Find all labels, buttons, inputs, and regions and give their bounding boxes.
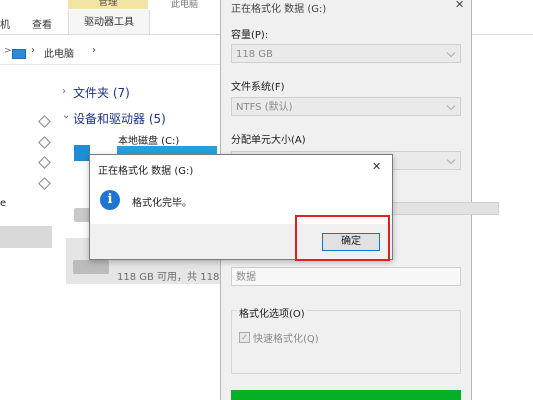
alloc-label: 分配单元大小(A) — [231, 135, 306, 146]
pin-icon — [38, 136, 51, 149]
folders-group-header[interactable]: 文件夹 (7) — [73, 84, 130, 101]
manage-context-tab[interactable]: 管理 — [68, 0, 148, 9]
dialog-message: 格式化完毕。 — [132, 198, 192, 209]
breadcrumb-separator-2: › — [92, 45, 96, 56]
ribbon-tab-view[interactable]: 查看 — [32, 18, 52, 34]
breadcrumb-separator: › — [31, 45, 35, 56]
chevron-down-icon — [446, 155, 456, 165]
chevron-down-icon — [446, 101, 456, 111]
options-label: 格式化选项(O) — [237, 305, 307, 320]
chevron-down-icon — [446, 48, 456, 58]
close-icon[interactable]: ✕ — [455, 0, 464, 11]
ribbon-tab-file[interactable]: 机 — [0, 18, 10, 34]
capacity-select[interactable]: 118 GB — [231, 44, 461, 63]
collapse-chevron-icon[interactable]: ⌄ — [62, 110, 70, 121]
breadcrumb-this-pc[interactable]: 此电脑 — [44, 45, 74, 60]
quick-format-checkbox[interactable]: ✓ — [239, 332, 250, 343]
ribbon-context-label: 此电脑 — [171, 0, 199, 10]
drive-icon — [73, 260, 109, 274]
pin-icon — [38, 177, 51, 190]
address-bar[interactable]: > › 此电脑 › — [0, 40, 225, 65]
drive-c-usage-bar — [117, 146, 217, 154]
expand-chevron-icon[interactable]: › — [62, 86, 66, 97]
chevron-left-icon[interactable]: > — [4, 46, 12, 56]
pin-icon — [38, 115, 51, 128]
filesystem-label: 文件系统(F) — [231, 82, 285, 93]
drive-g-info: 118 GB 可用，共 118 — [117, 272, 220, 283]
nav-selected-item[interactable] — [0, 226, 52, 248]
format-progress-bar — [231, 390, 461, 400]
info-icon: i — [100, 190, 120, 210]
drive-tools-tab[interactable]: 驱动器工具 — [68, 10, 150, 34]
volume-value: 数据 — [236, 272, 256, 283]
windows-drive-icon — [74, 145, 90, 161]
filesystem-value: NTFS (默认) — [236, 102, 293, 113]
dialog-title: 正在格式化 数据 (G:) — [98, 166, 194, 177]
quick-format-label: 快速格式化(Q) — [253, 334, 319, 345]
restore-defaults-button[interactable] — [391, 202, 499, 215]
filesystem-select[interactable]: NTFS (默认) — [231, 97, 461, 116]
volume-label-input[interactable]: 数据 — [231, 267, 461, 286]
pin-icon — [38, 156, 51, 169]
highlight-box — [295, 215, 390, 261]
close-icon[interactable]: ✕ — [372, 160, 381, 173]
capacity-label: 容量(P): — [231, 30, 269, 41]
side-char: e — [0, 198, 7, 209]
capacity-value: 118 GB — [236, 49, 273, 60]
computer-icon — [12, 49, 26, 59]
devices-group-header[interactable]: 设备和驱动器 (5) — [73, 110, 166, 127]
drive-c-label[interactable]: 本地磁盘 (C:) — [118, 132, 179, 147]
format-panel-title: 正在格式化 数据 (G:) — [231, 4, 327, 15]
